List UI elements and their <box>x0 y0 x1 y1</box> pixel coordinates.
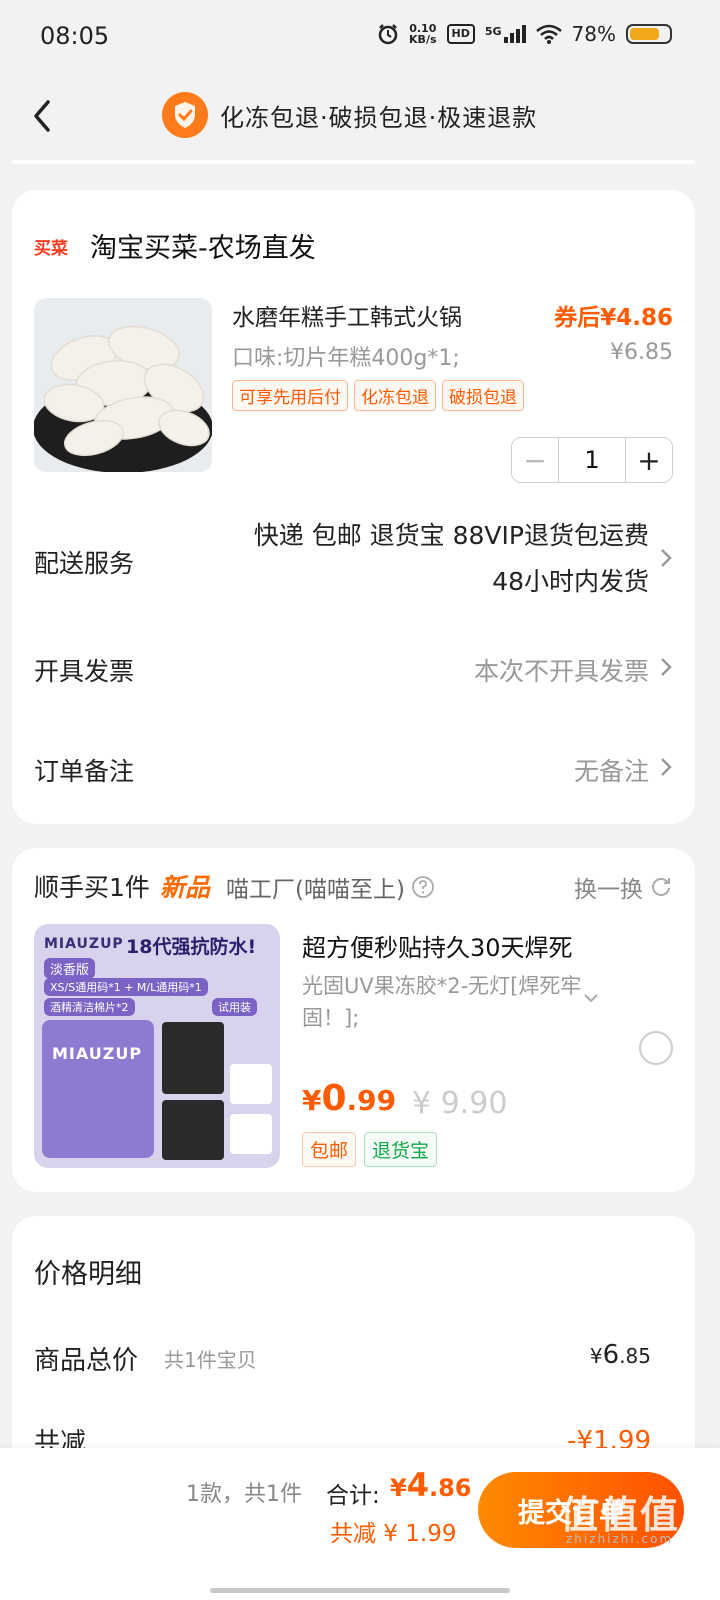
product-title[interactable]: 水磨年糕手工韩式火锅 <box>232 298 462 332</box>
network-speed: 0.10 KB/s <box>409 23 436 45</box>
back-arrow-icon[interactable] <box>28 96 60 136</box>
addon-select-radio[interactable] <box>639 1031 673 1065</box>
product-spec[interactable]: 口味:切片年糕400g*1; <box>232 340 460 372</box>
goods-total-label: 商品总价 <box>34 1346 139 1376</box>
addon-store-name: 喵工厂(喵喵至上) <box>226 877 405 903</box>
addon-spec[interactable]: 光固UV果冻胶*2-无灯[焊死牢固！]; <box>302 970 582 1034</box>
goods-total-dec: .85 <box>619 1344 651 1368</box>
addon-new-badge: 新品 <box>160 873 211 902</box>
addon-image-chip-pads: 酒精清洁棉片*2 <box>44 998 135 1016</box>
addon-price: ¥0.99 <box>302 1078 396 1119</box>
wifi-icon <box>535 24 562 44</box>
battery-level <box>630 28 659 40</box>
tag-free-shipping: 包邮 <box>302 1132 357 1167</box>
watermark-url: zhizhizhi.com <box>566 1532 674 1546</box>
watermark-logo: 值值值 <box>560 1493 681 1537</box>
guarantee-text: 化冻包退·破损包退·极速退款 <box>220 103 538 132</box>
addon-image-alcohol-pad <box>230 1114 272 1154</box>
store-tag: 买菜 <box>34 239 68 259</box>
delivery-line1[interactable]: 快递 包邮 退货宝 88VIP退货包运费 <box>254 516 649 552</box>
addon-image-brand: MIAUZUP <box>44 936 124 952</box>
addon-card: 顺手买1件 新品 喵工厂(喵喵至上) 换一换 MIAUZUP 18代强抗防水! … <box>12 848 695 1192</box>
note-label: 订单备注 <box>34 757 135 786</box>
addon-original-price: ¥ 9.90 <box>412 1086 508 1121</box>
home-indicator[interactable] <box>210 1588 510 1593</box>
goods-total-yen: ¥ <box>589 1344 603 1368</box>
total-price-yen: ¥ <box>390 1474 407 1502</box>
note-chevron-icon[interactable] <box>659 756 673 778</box>
tag-return-insurance: 退货宝 <box>364 1132 438 1167</box>
goods-count: 共1件宝贝 <box>164 1348 257 1372</box>
total-label: 合计: <box>326 1483 380 1509</box>
battery-icon <box>626 24 672 44</box>
delivery-line2[interactable]: 48小时内发货 <box>492 562 649 598</box>
invoice-chevron-icon[interactable] <box>659 656 673 678</box>
clock: 08:05 <box>40 22 110 50</box>
battery-percent: 78% <box>571 22 616 46</box>
invoice-label: 开具发票 <box>34 657 135 686</box>
alarm-icon <box>378 24 398 45</box>
goods-total-value: ¥6.85 <box>590 1340 651 1370</box>
status-bar: 08:05 0.10 KB/s HD 5G 78% <box>0 0 720 76</box>
total-price-int: 4 <box>406 1466 429 1504</box>
total-price: ¥4.86 <box>390 1466 471 1504</box>
hd-badge: HD <box>446 24 475 44</box>
swap-button[interactable]: 换一换 <box>574 870 673 904</box>
store-card: 买菜 淘宝买菜-农场直发 水磨年糕手工韩式火锅 口味:切片年糕400g*1; 券… <box>12 190 695 824</box>
tag-pay-later: 可享先用后付 <box>232 380 348 411</box>
addon-product-image[interactable]: MIAUZUP 18代强抗防水! 淡香版 XS/S通用码*1 + M/L通用码*… <box>34 924 280 1168</box>
increase-button[interactable]: + <box>626 438 672 482</box>
addon-image-chip-trial: 试用装 <box>212 998 257 1016</box>
delivery-chevron-icon[interactable] <box>659 547 673 569</box>
status-icons: 0.10 KB/s HD 5G 78% <box>377 22 672 46</box>
spec-chevron-down-icon[interactable] <box>582 992 600 1004</box>
tag-damage-refund: 破损包退 <box>442 380 524 411</box>
quantity-value[interactable]: 1 <box>558 438 626 482</box>
addon-store: 喵工厂(喵喵至上) <box>226 870 435 904</box>
price-detail-title: 价格明细 <box>34 1259 142 1290</box>
goods-total-int: 6 <box>602 1340 620 1370</box>
shield-check-icon <box>162 92 208 138</box>
refresh-icon <box>652 878 670 896</box>
total-saved: 共减 ¥ 1.99 <box>330 1521 457 1547</box>
network-speed-unit: KB/s <box>409 33 437 46</box>
addon-name[interactable]: 超方便秒贴持久30天焊死 <box>302 928 573 963</box>
note-value[interactable]: 无备注 <box>574 752 649 788</box>
addon-image-alcohol-pad <box>230 1064 272 1104</box>
network-type: 5G <box>484 25 502 38</box>
tag-thaw-refund: 化冻包退 <box>354 380 436 411</box>
checkout-bar: 1款，共1件 合计: ¥4.86 共减 ¥ 1.99 提交订单 值值值 zhiz… <box>0 1448 720 1600</box>
invoice-value[interactable]: 本次不开具发票 <box>474 652 649 688</box>
store-name[interactable]: 淘宝买菜-农场直发 <box>90 226 316 265</box>
signal-icon: 5G <box>485 25 526 43</box>
header: 化冻包退·破损包退·极速退款 <box>0 76 720 156</box>
addon-price-int: 0 <box>321 1078 347 1119</box>
guarantee-banner: 化冻包退·破损包退·极速退款 <box>162 92 537 138</box>
original-price: ¥6.85 <box>610 340 673 365</box>
delivery-label: 配送服务 <box>34 549 135 578</box>
item-count: 1款，共1件 <box>186 1482 302 1507</box>
header-divider <box>12 160 695 164</box>
addon-price-dec: .99 <box>346 1084 397 1117</box>
swap-label: 换一换 <box>574 877 643 903</box>
addon-tags: 包邮 退货宝 <box>302 1132 438 1167</box>
addon-title: 顺手买1件 <box>34 873 150 902</box>
addon-image-nail-tips <box>162 1100 224 1160</box>
addon-image-headline: 18代强抗防水! <box>126 936 257 958</box>
quantity-stepper: − 1 + <box>511 437 673 483</box>
total-price-dec: .86 <box>428 1474 472 1502</box>
addon-image-chip-sizes: XS/S通用码*1 + M/L通用码*1 <box>44 978 208 996</box>
coupon-price: 券后¥4.86 <box>554 305 673 331</box>
addon-image-box-brand: MIAUZUP <box>52 1044 143 1063</box>
addon-image-box <box>42 1020 154 1158</box>
addon-image-nail-tips <box>162 1022 224 1094</box>
help-icon[interactable] <box>411 875 435 899</box>
product-image[interactable] <box>34 298 212 472</box>
addon-image-chip-scent: 淡香版 <box>44 958 96 979</box>
addon-price-yen: ¥ <box>302 1084 322 1117</box>
product-tags: 可享先用后付 化冻包退 破损包退 <box>232 380 524 411</box>
decrease-button[interactable]: − <box>512 438 558 482</box>
